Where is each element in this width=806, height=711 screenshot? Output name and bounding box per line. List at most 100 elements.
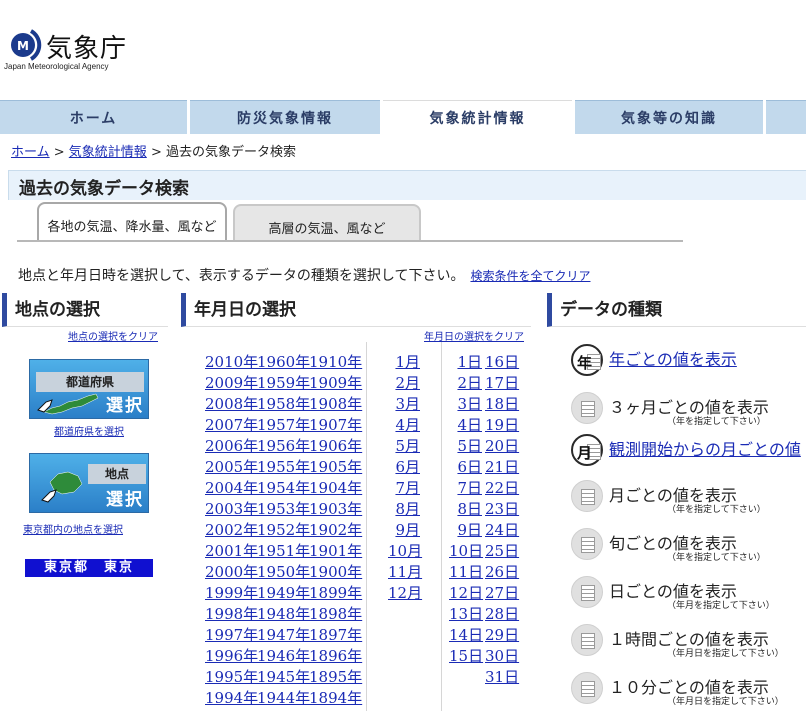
year-link[interactable]: 1945年 <box>257 667 310 688</box>
year-link[interactable]: 1904年 <box>309 478 362 499</box>
datatype-label[interactable]: 年ごとの値を表示 <box>609 346 737 370</box>
year-link[interactable]: 2007年 <box>205 415 258 436</box>
prefecture-select-link[interactable]: 都道府県を選択 <box>54 423 124 438</box>
day-link[interactable]: 12日 <box>449 583 483 604</box>
year-link[interactable]: 1901年 <box>309 541 362 562</box>
month-link[interactable]: 12月 <box>388 583 422 604</box>
month-link[interactable]: 5月 <box>388 436 420 457</box>
year-link[interactable]: 2008年 <box>205 394 258 415</box>
month-link[interactable]: 2月 <box>388 373 420 394</box>
subtab-surface[interactable]: 各地の気温、降水量、風など <box>37 202 227 242</box>
year-link[interactable]: 2009年 <box>205 373 258 394</box>
nav-tab-disaster-info[interactable]: 防災気象情報 <box>190 100 380 134</box>
day-link[interactable]: 8日 <box>449 499 482 520</box>
month-link[interactable]: 6月 <box>388 457 420 478</box>
breadcrumb-stats-link[interactable]: 気象統計情報 <box>69 145 147 160</box>
year-link[interactable]: 1908年 <box>309 394 362 415</box>
point-select-link[interactable]: 東京都内の地点を選択 <box>23 521 123 536</box>
year-link[interactable]: 1996年 <box>205 646 258 667</box>
year-link[interactable]: 1960年 <box>257 352 310 373</box>
day-link[interactable]: 30日 <box>485 646 519 667</box>
day-link[interactable]: 1日 <box>449 352 482 373</box>
day-link[interactable]: 22日 <box>485 478 519 499</box>
year-link[interactable]: 1959年 <box>257 373 310 394</box>
month-link[interactable]: 9月 <box>388 520 420 541</box>
day-link[interactable]: 14日 <box>449 625 483 646</box>
datatype-label[interactable]: 観測開始からの月ごとの値 <box>609 436 801 460</box>
day-link[interactable]: 17日 <box>485 373 519 394</box>
year-link[interactable]: 1895年 <box>309 667 362 688</box>
location-clear-link[interactable]: 地点の選択をクリア <box>68 328 158 343</box>
jma-logo[interactable]: M 気象庁 Japan Meteorological Agency <box>4 26 144 76</box>
prefecture-select-button[interactable]: 都道府県 選択 <box>29 359 149 419</box>
day-link[interactable]: 2日 <box>449 373 482 394</box>
day-link[interactable]: 11日 <box>449 562 483 583</box>
datatype-row[interactable]: 年年ごとの値を表示 <box>571 344 806 378</box>
clear-all-link[interactable]: 検索条件を全てクリア <box>470 269 590 283</box>
year-link[interactable]: 2000年 <box>205 562 258 583</box>
day-link[interactable]: 7日 <box>449 478 482 499</box>
year-link[interactable]: 1995年 <box>205 667 258 688</box>
year-link[interactable]: 1899年 <box>309 583 362 604</box>
year-link[interactable]: 1948年 <box>257 604 310 625</box>
day-link[interactable]: 18日 <box>485 394 519 415</box>
point-select-button[interactable]: 地点 選択 <box>29 453 149 513</box>
year-link[interactable]: 1894年 <box>309 688 362 709</box>
day-link[interactable]: 5日 <box>449 436 482 457</box>
year-link[interactable]: 1897年 <box>309 625 362 646</box>
day-link[interactable]: 27日 <box>485 583 519 604</box>
day-link[interactable]: 10日 <box>449 541 483 562</box>
day-link[interactable]: 29日 <box>485 625 519 646</box>
subtab-upper-air[interactable]: 高層の気温、風など <box>233 204 421 241</box>
year-link[interactable]: 1949年 <box>257 583 310 604</box>
nav-tab-more[interactable] <box>766 100 806 134</box>
year-link[interactable]: 2001年 <box>205 541 258 562</box>
day-link[interactable]: 24日 <box>485 520 519 541</box>
year-link[interactable]: 1903年 <box>309 499 362 520</box>
year-link[interactable]: 1957年 <box>257 415 310 436</box>
year-link[interactable]: 1952年 <box>257 520 310 541</box>
year-link[interactable]: 1956年 <box>257 436 310 457</box>
month-link[interactable]: 4月 <box>388 415 420 436</box>
year-link[interactable]: 2010年 <box>205 352 258 373</box>
nav-tab-home[interactable]: ホーム <box>0 100 187 134</box>
year-link[interactable]: 1907年 <box>309 415 362 436</box>
day-link[interactable]: 19日 <box>485 415 519 436</box>
day-link[interactable]: 21日 <box>485 457 519 478</box>
day-link[interactable]: 26日 <box>485 562 519 583</box>
month-link[interactable]: 3月 <box>388 394 420 415</box>
month-link[interactable]: 7月 <box>388 478 420 499</box>
nav-tab-statistics[interactable]: 気象統計情報 <box>383 100 572 134</box>
day-link[interactable]: 20日 <box>485 436 519 457</box>
year-link[interactable]: 1954年 <box>257 478 310 499</box>
year-link[interactable]: 1955年 <box>257 457 310 478</box>
year-link[interactable]: 2006年 <box>205 436 258 457</box>
year-link[interactable]: 2002年 <box>205 520 258 541</box>
year-link[interactable]: 1905年 <box>309 457 362 478</box>
datatype-row[interactable]: 月観測開始からの月ごとの値 <box>571 434 806 468</box>
year-link[interactable]: 1906年 <box>309 436 362 457</box>
year-link[interactable]: 1947年 <box>257 625 310 646</box>
year-link[interactable]: 2004年 <box>205 478 258 499</box>
year-link[interactable]: 1909年 <box>309 373 362 394</box>
day-link[interactable]: 6日 <box>449 457 482 478</box>
year-link[interactable]: 2005年 <box>205 457 258 478</box>
year-link[interactable]: 1898年 <box>309 604 362 625</box>
breadcrumb-home-link[interactable]: ホーム <box>11 145 50 160</box>
day-link[interactable]: 15日 <box>449 646 483 667</box>
month-link[interactable]: 8月 <box>388 499 420 520</box>
year-link[interactable]: 1902年 <box>309 520 362 541</box>
year-link[interactable]: 1896年 <box>309 646 362 667</box>
year-link[interactable]: 1910年 <box>309 352 362 373</box>
date-clear-link[interactable]: 年月日の選択をクリア <box>424 328 524 343</box>
year-link[interactable]: 1998年 <box>205 604 258 625</box>
day-link[interactable]: 28日 <box>485 604 519 625</box>
day-link[interactable]: 31日 <box>485 667 519 688</box>
day-link[interactable]: 23日 <box>485 499 519 520</box>
year-link[interactable]: 1900年 <box>309 562 362 583</box>
year-link[interactable]: 1951年 <box>257 541 310 562</box>
day-link[interactable]: 3日 <box>449 394 482 415</box>
year-link[interactable]: 1944年 <box>257 688 310 709</box>
nav-tab-knowledge[interactable]: 気象等の知識 <box>575 100 763 134</box>
year-link[interactable]: 1997年 <box>205 625 258 646</box>
